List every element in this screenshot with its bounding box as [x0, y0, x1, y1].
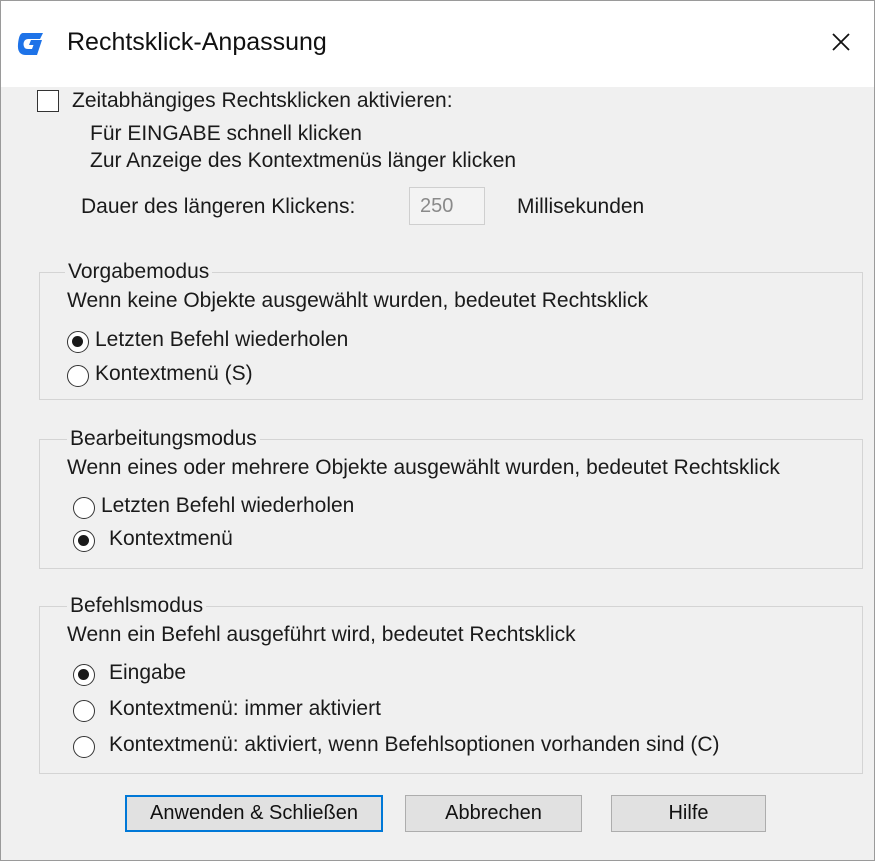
quick-click-hint: Für EINGABE schnell klicken [90, 122, 362, 145]
edit-mode-description: Wenn eines oder mehrere Objekte ausgewäh… [67, 456, 780, 479]
window-title: Rechtsklick-Anpassung [67, 28, 327, 56]
duration-input[interactable] [409, 187, 485, 225]
title-bar: Rechtsklick-Anpassung [1, 1, 874, 87]
edit-mode-legend: Bearbeitungsmodus [67, 427, 260, 451]
command-mode-description: Wenn ein Befehl ausgeführt wird, bedeute… [67, 623, 576, 646]
duration-label: Dauer des längeren Klickens: [81, 195, 356, 218]
command-mode-input-radio[interactable] [73, 664, 95, 686]
edit-mode-repeat-last-label[interactable]: Letzten Befehl wiederholen [101, 494, 354, 518]
default-mode-legend: Vorgabemodus [65, 260, 213, 284]
help-button[interactable]: Hilfe [611, 795, 766, 832]
default-mode-context-menu-radio[interactable] [67, 365, 89, 387]
edit-mode-repeat-last-radio[interactable] [73, 497, 95, 519]
right-click-customization-dialog: Rechtsklick-Anpassung Zeitabhängiges Rec… [0, 0, 875, 861]
close-icon [832, 33, 850, 51]
timed-right-click-label[interactable]: Zeitabhängiges Rechtsklicken aktivieren: [72, 89, 453, 113]
duration-unit: Millisekunden [517, 195, 645, 218]
gstarcad-logo-icon [17, 33, 43, 55]
cancel-button[interactable]: Abbrechen [405, 795, 582, 832]
default-mode-context-menu-label[interactable]: Kontextmenü (S) [95, 362, 253, 386]
default-mode-description: Wenn keine Objekte ausgewählt wurden, be… [67, 289, 648, 312]
default-mode-repeat-last-radio[interactable] [67, 331, 89, 353]
command-mode-context-options-radio[interactable] [73, 736, 95, 758]
command-mode-context-always-label[interactable]: Kontextmenü: immer aktiviert [109, 697, 381, 721]
command-mode-context-options-label[interactable]: Kontextmenü: aktiviert, wenn Befehlsopti… [109, 733, 720, 757]
close-button[interactable] [818, 19, 864, 65]
edit-mode-context-menu-radio[interactable] [73, 530, 95, 552]
default-mode-repeat-last-label[interactable]: Letzten Befehl wiederholen [95, 328, 348, 352]
long-click-hint: Zur Anzeige des Kontextmenüs länger klic… [90, 149, 517, 172]
command-mode-context-always-radio[interactable] [73, 700, 95, 722]
command-mode-legend: Befehlsmodus [67, 594, 207, 618]
timed-right-click-checkbox[interactable] [37, 90, 59, 112]
edit-mode-context-menu-label[interactable]: Kontextmenü [109, 527, 233, 551]
command-mode-input-label[interactable]: Eingabe [109, 661, 186, 685]
apply-and-close-button[interactable]: Anwenden & Schließen [125, 795, 383, 832]
